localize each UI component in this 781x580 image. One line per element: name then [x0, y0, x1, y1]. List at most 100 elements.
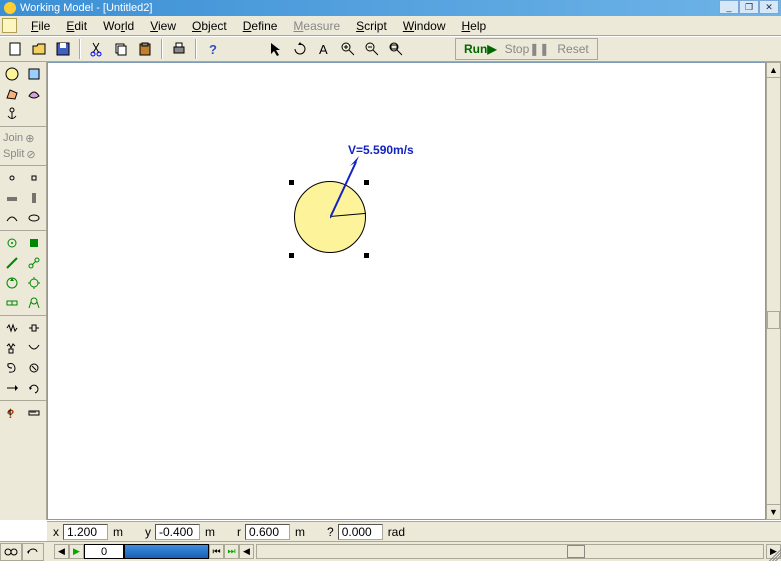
curve-slot-icon[interactable]: [1, 208, 23, 228]
circle-tool-icon[interactable]: [1, 64, 23, 84]
motor-icon[interactable]: [1, 273, 23, 293]
tape-rewind-icon[interactable]: [0, 543, 22, 561]
zoom-in-icon[interactable]: [337, 38, 359, 60]
menu-define[interactable]: Define: [235, 17, 286, 35]
separator: [195, 39, 197, 59]
menu-script[interactable]: Script: [348, 17, 395, 35]
menu-measure: Measure: [285, 17, 348, 35]
y-value[interactable]: -0.400: [155, 524, 200, 540]
rod-icon[interactable]: [1, 253, 23, 273]
slot-tool-icon[interactable]: [1, 188, 23, 208]
selection-handle[interactable]: [289, 253, 294, 258]
stop-button[interactable]: Stop❚❚: [505, 42, 550, 56]
help-tool-icon[interactable]: ?: [1, 403, 23, 423]
gear-icon[interactable]: [23, 273, 45, 293]
vslot-tool-icon[interactable]: [23, 188, 45, 208]
constraint-tools: [0, 231, 46, 316]
text-tool-icon[interactable]: A: [313, 38, 335, 60]
step-back-icon[interactable]: ◀: [54, 544, 69, 559]
x-label: x: [53, 525, 59, 539]
zoom-fit-icon[interactable]: [385, 38, 407, 60]
hscroll-left-icon[interactable]: ◀: [239, 544, 254, 559]
play-icon[interactable]: ▶: [69, 544, 84, 559]
separator: [79, 39, 81, 59]
step-start-icon[interactable]: ⏮: [209, 544, 224, 559]
angle-label: ?: [327, 525, 334, 539]
split-icon: ⊘: [26, 148, 35, 161]
y-unit: m: [205, 525, 215, 539]
canvas-area[interactable]: V=5.590m/s: [47, 62, 766, 520]
angle-value[interactable]: 0.000: [338, 524, 383, 540]
menu-window[interactable]: Window: [395, 17, 454, 35]
step-fwd-icon[interactable]: ⏭: [224, 544, 239, 559]
pointer-tool-icon[interactable]: [265, 38, 287, 60]
cut-button[interactable]: [86, 38, 108, 60]
menu-edit[interactable]: Edit: [58, 17, 95, 35]
menu-file[interactable]: File: [23, 17, 58, 35]
vertical-scrollbar[interactable]: ▲ ▼: [766, 62, 781, 520]
title-text: Working Model - [Untitled2]: [20, 2, 152, 14]
canvas[interactable]: V=5.590m/s: [48, 63, 765, 519]
scroll-up-icon[interactable]: ▲: [767, 63, 780, 78]
progress-bar[interactable]: [124, 544, 209, 559]
save-button[interactable]: [52, 38, 74, 60]
rotate-tool-icon[interactable]: [289, 38, 311, 60]
zoom-out-icon[interactable]: [361, 38, 383, 60]
scroll-down-icon[interactable]: ▼: [767, 504, 780, 519]
spring-damper-icon[interactable]: [1, 338, 23, 358]
horizontal-scrollbar[interactable]: [256, 544, 764, 559]
menu-view[interactable]: View: [142, 17, 184, 35]
misc-tools: ?: [0, 401, 46, 425]
rigid-joint-icon[interactable]: [23, 233, 45, 253]
join-icon: ⊕: [25, 132, 34, 145]
anchor-tool-icon[interactable]: [1, 104, 23, 124]
coordinate-bar: x 1.200 m y -0.400 m r 0.600 m ? 0.000 r…: [47, 521, 781, 541]
paste-button[interactable]: [134, 38, 156, 60]
rotational-spring-icon[interactable]: [1, 358, 23, 378]
open-button[interactable]: [28, 38, 50, 60]
pin-joint-icon[interactable]: [1, 233, 23, 253]
menu-world[interactable]: World: [95, 17, 142, 35]
menu-object[interactable]: Object: [184, 17, 235, 35]
frame-counter[interactable]: 0: [84, 544, 124, 559]
x-value[interactable]: 1.200: [63, 524, 108, 540]
separator-constraint-icon[interactable]: [23, 253, 45, 273]
square-point-tool-icon[interactable]: [23, 168, 45, 188]
r-value[interactable]: 0.600: [245, 524, 290, 540]
loop-icon[interactable]: [22, 543, 44, 561]
pulley-icon[interactable]: [23, 293, 45, 313]
force-icon[interactable]: [1, 378, 23, 398]
scroll-thumb[interactable]: [767, 311, 780, 329]
selection-handle[interactable]: [364, 253, 369, 258]
resize-grip[interactable]: [766, 546, 781, 561]
torque-icon[interactable]: [23, 378, 45, 398]
reset-button[interactable]: Reset: [557, 42, 588, 56]
curved-tool-icon[interactable]: [23, 84, 45, 104]
hscroll-thumb[interactable]: [567, 545, 585, 558]
velocity-vector[interactable]: [330, 156, 370, 221]
run-button[interactable]: Run▶: [464, 42, 497, 56]
join-button[interactable]: Join⊕: [3, 130, 43, 146]
point-tool-icon[interactable]: [1, 168, 23, 188]
close-button[interactable]: ✕: [759, 0, 779, 14]
menu-bar: File Edit World View Object Define Measu…: [0, 16, 781, 36]
closed-slot-icon[interactable]: [23, 208, 45, 228]
measure-tool-icon[interactable]: [23, 403, 45, 423]
menu-help[interactable]: Help: [454, 17, 495, 35]
rotational-damper-icon[interactable]: [23, 358, 45, 378]
rope-icon[interactable]: [23, 338, 45, 358]
minimize-button[interactable]: _: [719, 0, 739, 14]
split-button[interactable]: Split⊘: [3, 146, 43, 162]
new-button[interactable]: [4, 38, 26, 60]
restore-button[interactable]: ❐: [739, 0, 759, 14]
square-tool-icon[interactable]: [23, 64, 45, 84]
help-button[interactable]: ?: [202, 38, 224, 60]
selection-handle[interactable]: [289, 180, 294, 185]
polygon-tool-icon[interactable]: [1, 84, 23, 104]
damper-icon[interactable]: [23, 318, 45, 338]
copy-button[interactable]: [110, 38, 132, 60]
spring-icon[interactable]: [1, 318, 23, 338]
print-button[interactable]: [168, 38, 190, 60]
actuator-icon[interactable]: [1, 293, 23, 313]
r-label: r: [237, 525, 241, 539]
